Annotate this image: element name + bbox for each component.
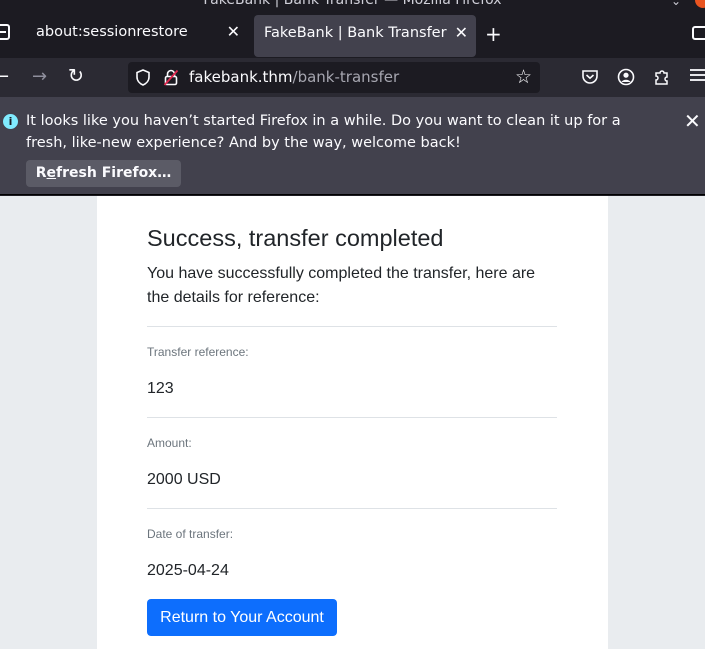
browser-window: FakeBank | Bank Transfer — Mozilla Firef… bbox=[0, 0, 705, 649]
transfer-reference-label: Transfer reference: bbox=[147, 345, 249, 359]
divider bbox=[147, 326, 557, 327]
refresh-firefox-notification: i It looks like you haven’t started Fire… bbox=[0, 97, 705, 195]
pocket-icon[interactable] bbox=[581, 68, 599, 86]
divider bbox=[147, 508, 557, 509]
window-titlebar: FakeBank | Bank Transfer — Mozilla Firef… bbox=[0, 0, 705, 10]
page-title: Success, transfer completed bbox=[147, 225, 444, 251]
refresh-label-end: fresh Firefox… bbox=[56, 165, 172, 181]
notification-message: It looks like you haven’t started Firefo… bbox=[26, 113, 621, 151]
plus-icon[interactable]: + bbox=[485, 22, 502, 46]
refresh-label-start: R bbox=[35, 165, 47, 181]
forward-arrow-icon[interactable]: → bbox=[32, 68, 47, 86]
star-icon[interactable]: ☆ bbox=[515, 66, 532, 88]
extensions-icon[interactable] bbox=[653, 67, 671, 86]
success-message: You have successfully completed the tran… bbox=[147, 265, 536, 306]
date-value: 2025-04-24 bbox=[147, 562, 229, 579]
close-icon[interactable]: ✕ bbox=[684, 109, 701, 133]
tab-strip: about:sessionrestore ✕ FakeBank | Bank T… bbox=[0, 10, 705, 58]
divider bbox=[147, 417, 557, 418]
transfer-reference-value: 123 bbox=[147, 380, 174, 397]
page-viewport: Success, transfer completed You have suc… bbox=[0, 196, 705, 649]
tabs-overview-icon[interactable] bbox=[692, 26, 705, 40]
reload-icon[interactable]: ↻ bbox=[68, 67, 84, 86]
insecure-lock-icon[interactable] bbox=[163, 69, 179, 86]
date-label: Date of transfer: bbox=[147, 527, 234, 541]
shield-icon[interactable] bbox=[135, 69, 151, 86]
account-icon[interactable] bbox=[617, 68, 635, 86]
transfer-card: Success, transfer completed You have suc… bbox=[97, 196, 608, 649]
tab-label: FakeBank | Bank Transfer bbox=[264, 25, 447, 41]
back-arrow-icon[interactable]: ← bbox=[0, 68, 9, 86]
url-host: fakebank.thm bbox=[189, 68, 293, 86]
tab-bank-transfer[interactable]: FakeBank | Bank Transfer ✕ bbox=[254, 15, 476, 57]
info-icon: i bbox=[3, 114, 18, 129]
refresh-label-accesskey: e bbox=[46, 165, 57, 181]
tab-list-icon[interactable] bbox=[0, 24, 10, 40]
amount-value: 2000 USD bbox=[147, 471, 221, 488]
url-path: /bank-transfer bbox=[292, 68, 400, 86]
hamburger-menu-icon[interactable] bbox=[689, 66, 705, 84]
url-text[interactable]: fakebank.thm/bank-transfer bbox=[189, 68, 399, 86]
return-to-account-button[interactable]: Return to Your Account bbox=[147, 599, 337, 636]
amount-label: Amount: bbox=[147, 436, 192, 450]
refresh-firefox-button[interactable]: Refresh Firefox… bbox=[26, 160, 181, 187]
close-icon[interactable]: ✕ bbox=[227, 22, 240, 41]
window-title: FakeBank | Bank Transfer — Mozilla Firef… bbox=[203, 0, 502, 8]
navigation-toolbar: ← → ↻ fakebank.thm/bank-transfer ☆ bbox=[0, 58, 705, 97]
minimize-icon[interactable]: ⌄ bbox=[671, 0, 681, 8]
address-bar[interactable]: fakebank.thm/bank-transfer ☆ bbox=[128, 62, 540, 93]
tab-label: about:sessionrestore bbox=[36, 24, 188, 40]
tab-session-restore[interactable]: about:sessionrestore ✕ bbox=[26, 10, 248, 57]
close-icon[interactable]: ✕ bbox=[455, 23, 468, 42]
